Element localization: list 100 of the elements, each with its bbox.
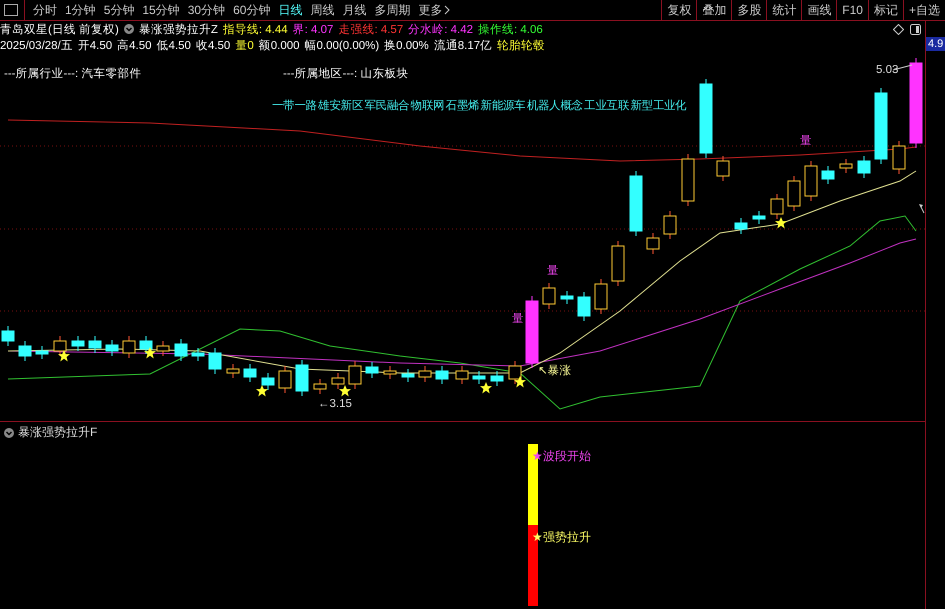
quote-field: 轮胎轮毂 [497, 38, 546, 52]
indicator-value: 界: 4.07 [292, 22, 334, 36]
candlestick [402, 368, 414, 382]
candlestick [630, 170, 642, 236]
quote-field: 开4.50 [78, 38, 112, 52]
candlestick [436, 366, 448, 384]
candlestick [804, 160, 818, 202]
region-label: ---所属地区---: 山东板块 [283, 68, 408, 80]
candlestick [174, 338, 188, 362]
star-marker [480, 382, 492, 394]
toolbar-button[interactable]: 复权 [661, 0, 696, 20]
candlestick [314, 378, 326, 394]
candlestick [612, 240, 624, 286]
candlestick [716, 156, 730, 182]
toolbar-button[interactable]: 叠加 [696, 0, 732, 20]
period-tab[interactable]: 多周期 [370, 2, 414, 18]
candlestick [822, 166, 834, 184]
indicator-name: 暴涨强势拉升F [18, 424, 98, 441]
quote-field: 流通8.17亿 [434, 38, 492, 52]
candlestick [734, 218, 748, 234]
star-marker [514, 376, 526, 388]
quote-field: 额0.000 [258, 38, 300, 52]
star-marker [775, 217, 787, 228]
panel-toggle-icon[interactable] [910, 24, 921, 34]
indicator-value: 操作线: 4.06 [478, 22, 543, 36]
candlestick [348, 360, 362, 390]
candlestick [140, 336, 152, 354]
candlestick [456, 366, 468, 384]
candlestick [18, 340, 32, 362]
toolbar-button[interactable]: F10 [836, 0, 868, 20]
candlestick [244, 364, 256, 382]
dropdown-icon[interactable] [4, 428, 14, 438]
concept-list: 一带一路 雄安新区 军民融合 物联网 石墨烯 新能源车 机器人概念 工业互联 新型工业化 [272, 100, 686, 112]
price-tag: 4.9 [926, 37, 945, 51]
signal-label: ★强势拉升 [532, 529, 591, 546]
period-tab[interactable]: 更多 [414, 2, 454, 18]
period-tab[interactable]: 60分钟 [229, 2, 274, 18]
candlestick [332, 372, 344, 390]
indicator-value: 分水岭: 4.42 [408, 22, 474, 36]
volume-marker: 量 [512, 313, 524, 325]
period-tab[interactable]: 周线 [306, 2, 338, 18]
candlestick [2, 326, 14, 346]
candlestick [88, 336, 102, 354]
indicator-value: 指导线: 4.44 [222, 22, 288, 36]
toolbar-button[interactable]: +自选 [902, 0, 945, 20]
toolbar-button[interactable]: 统计 [766, 0, 802, 20]
chevron-right-icon [444, 5, 450, 15]
candlestick [262, 372, 274, 390]
candlestick [770, 194, 784, 220]
candlestick [36, 346, 48, 360]
candlestick [542, 282, 556, 310]
stock-title: 青岛双星(日线 前复权) [0, 22, 119, 36]
star-marker [339, 385, 351, 396]
candlestick [560, 290, 574, 304]
candlestick [892, 140, 906, 174]
indicator-value: 走强线: 4.57 [338, 22, 404, 36]
star-marker [58, 350, 70, 362]
panel-toggle-icon[interactable] [4, 4, 18, 16]
period-tab[interactable]: 日线 [274, 2, 306, 18]
toolbar-button[interactable]: 多股 [731, 0, 766, 20]
toolbar-button[interactable]: 标记 [868, 0, 903, 20]
candlestick [156, 340, 170, 356]
candlestick [122, 336, 136, 358]
pointer-arrow-icon [919, 204, 924, 214]
candlestick [508, 360, 522, 384]
quote-field: 2025/03/28/五 [0, 38, 73, 52]
candlestick [578, 292, 590, 322]
candlestick [106, 340, 118, 356]
candlestick [72, 336, 84, 352]
candlestick [788, 176, 800, 212]
candlestick [418, 366, 432, 382]
candlestick [594, 278, 608, 314]
period-tab[interactable]: 15分钟 [138, 2, 184, 18]
period-tab[interactable]: 1分钟 [61, 2, 100, 18]
period-tab[interactable]: 月线 [338, 2, 370, 18]
dropdown-icon[interactable] [124, 24, 134, 34]
candlestick [664, 210, 676, 240]
period-tab[interactable]: 30分钟 [184, 2, 230, 18]
star-marker [144, 347, 156, 358]
diamond-icon[interactable] [893, 24, 904, 34]
candlestick [226, 364, 240, 378]
candlestick [366, 362, 378, 378]
volume-marker: 量 [800, 135, 812, 147]
industry-label: ---所属行业---: 汽车零部件 [4, 68, 142, 80]
candlestick [490, 370, 504, 386]
candlestick [54, 336, 66, 356]
quote-field: 量0 [235, 38, 254, 52]
candlestick [646, 232, 660, 254]
quote-field: 高4.50 [117, 38, 152, 52]
period-tab[interactable]: 5分钟 [100, 2, 138, 18]
period-tab[interactable]: 分时 [29, 2, 61, 18]
indicator-name: 暴涨强势拉升Z [138, 22, 218, 36]
star-marker [256, 385, 268, 396]
candlestick [858, 156, 870, 178]
toolbar-button[interactable]: 画线 [801, 0, 836, 20]
candlestick [278, 366, 292, 394]
chart-annotation: ↖暴涨 [538, 365, 572, 377]
quote-field: 收4.50 [196, 38, 230, 52]
candlestick [192, 348, 204, 362]
candlestick [682, 154, 694, 206]
